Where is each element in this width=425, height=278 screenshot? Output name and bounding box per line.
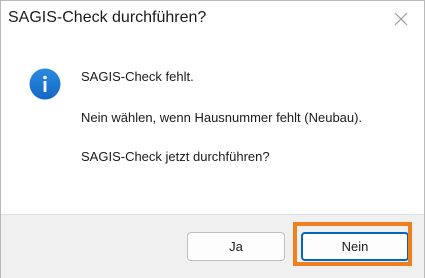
title-bar: SAGIS-Check durchführen? — [1, 1, 424, 38]
dialog-title: SAGIS-Check durchführen? — [8, 9, 207, 26]
message-line-1: SAGIS-Check fehlt. — [81, 69, 194, 84]
message-line-3: SAGIS-Check jetzt durchführen? — [81, 149, 270, 164]
dialog-window: SAGIS-Check durchführen? SAGIS-Check feh… — [0, 0, 425, 278]
message-line-2: Nein wählen, wenn Hausnummer fehlt (Neub… — [81, 110, 363, 125]
info-icon — [29, 68, 61, 100]
close-icon — [394, 12, 408, 26]
yes-button[interactable]: Ja — [187, 232, 285, 261]
no-button[interactable]: Nein — [301, 232, 409, 261]
button-bar: Ja Nein — [1, 214, 424, 278]
close-button[interactable] — [378, 1, 424, 38]
dialog-content: SAGIS-Check fehlt. Nein wählen, wenn Hau… — [1, 38, 424, 214]
